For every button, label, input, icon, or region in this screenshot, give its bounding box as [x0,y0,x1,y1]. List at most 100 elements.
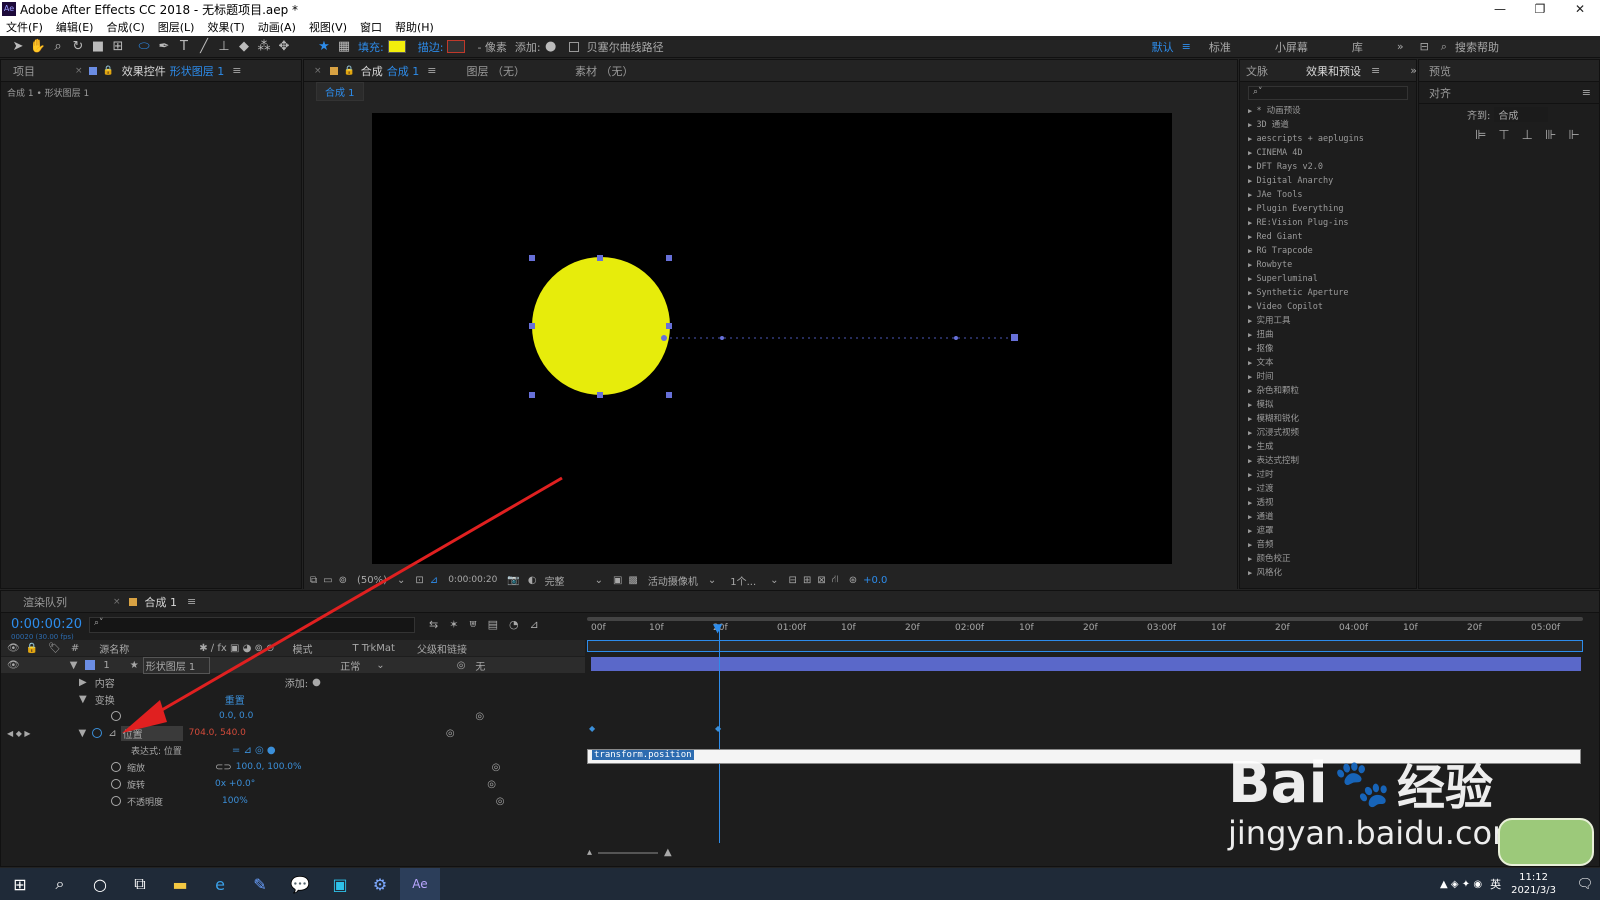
contents-row[interactable]: ▶ 内容 添加: ● [1,674,585,690]
region-of-interest-icon[interactable]: ▣ [613,575,622,586]
app-icon[interactable]: ✎ [240,868,280,900]
motion-blur-icon[interactable]: ◔ [509,618,519,631]
search-icon[interactable]: ⌕ [40,868,80,900]
grid-icon[interactable]: ⊿ [430,575,438,586]
list-item[interactable]: 过时 [1240,468,1416,482]
menu-view[interactable]: 视图(V) [309,19,347,35]
workspace-menu-icon[interactable]: ≡ [1182,40,1191,53]
list-item[interactable]: 过渡 [1240,482,1416,496]
stopwatch-icon[interactable] [111,762,121,772]
align-bottom-icon[interactable]: ⊩ [1568,128,1579,143]
list-item[interactable]: 沉浸式视频 [1240,426,1416,440]
windows-start-icon[interactable]: ⊞ [0,868,40,900]
list-item[interactable]: JAe Tools [1240,188,1416,202]
panel-menu-icon[interactable]: ≡ [232,64,241,77]
parent-dropdown[interactable]: 无 [475,658,485,673]
parent-header[interactable]: 父级和链接 [417,641,467,656]
add-icon[interactable]: ● [545,38,557,56]
lock-icon[interactable]: 🔒 [103,66,114,76]
label-icon[interactable]: 🏷 [48,643,61,654]
list-item[interactable]: Superluminal [1240,272,1416,286]
scale-row[interactable]: 缩放 ⊂⊃ 100.0, 100.0% ◎ [1,759,585,775]
maximize-button[interactable]: ❐ [1520,2,1560,16]
list-item[interactable]: 杂色和颗粒 [1240,384,1416,398]
menu-layer[interactable]: 图层(L) [158,19,195,35]
menu-animation[interactable]: 动画(A) [258,19,296,35]
tab-effect-controls[interactable]: 效果控件 [122,63,166,79]
list-item[interactable]: 遮罩 [1240,524,1416,538]
expand-chevron-icon[interactable]: ▼ [79,694,87,705]
keyframe-nav-icon[interactable]: ◀ ◆ ▶ [7,729,31,738]
keyframe-diamond[interactable]: ◆ [715,724,721,733]
draft-3d-icon[interactable]: ✶ [449,618,458,631]
position-label[interactable]: 位置 [120,725,183,741]
camera-tool-icon[interactable]: ■ [88,38,108,56]
exposure-reset-icon[interactable]: ⊛ [849,575,857,586]
workspace-default[interactable]: 默认 [1152,39,1174,55]
expand-chevron-icon[interactable]: ▼ [70,660,78,671]
tab-comp-name[interactable]: 合成 1 [387,63,420,79]
resolution-dropdown[interactable]: 完整 [545,573,565,588]
tab-info[interactable]: 文脉 [1246,63,1268,79]
tab-timeline-comp[interactable]: 合成 1 [145,594,178,610]
type-tool-icon[interactable]: T [174,38,194,56]
workspace-toggle-icon[interactable]: ⊟ [1420,40,1429,53]
ime-language[interactable]: 英 [1490,876,1501,892]
list-item[interactable]: 3D 通道 [1240,118,1416,132]
stopwatch-icon[interactable] [111,779,121,789]
menu-composition[interactable]: 合成(C) [106,19,144,35]
work-area-range[interactable] [587,640,1583,652]
menu-window[interactable]: 窗口 [360,19,382,35]
resolution-chevron-icon[interactable]: ⌄ [595,575,603,586]
list-item[interactable]: 模拟 [1240,398,1416,412]
list-item[interactable]: DFT Rays v2.0 [1240,160,1416,174]
exposure-value[interactable]: +0.0 [863,575,887,586]
switches-header-icon[interactable]: ✱ ∕ fx ▣ ◕ ⊚ ⊝ [199,643,274,654]
clock[interactable]: 11:12 2021/3/3 [1511,871,1556,897]
roto-brush-tool-icon[interactable]: ⁂ [254,38,274,56]
comp-mini-flowchart-icon[interactable]: ⇆ [429,618,438,631]
notification-icon[interactable]: 🗨 [1570,868,1600,900]
opacity-row[interactable]: 不透明度 100% ◎ [1,793,585,809]
menu-file[interactable]: 文件(F) [6,19,43,35]
list-item[interactable]: 通道 [1240,510,1416,524]
pickwhip-icon[interactable]: ◎ [475,711,484,722]
app-icon[interactable]: ▣ [320,868,360,900]
pan-behind-tool-icon[interactable]: ⊞ [108,38,128,56]
panel-menu-icon[interactable]: ≡ [187,595,196,608]
list-item[interactable]: Rowbyte [1240,258,1416,272]
camera-dropdown[interactable]: 活动摄像机 [648,573,698,588]
layer-name[interactable]: 形状图层 1 [142,656,211,674]
reset-link[interactable]: 重置 [225,692,245,707]
rotate-tool-icon[interactable]: ↻ [68,38,88,56]
zoom-track[interactable] [598,851,659,854]
list-item[interactable]: Red Giant [1240,230,1416,244]
edge-browser-icon[interactable]: e [200,868,240,900]
menu-edit[interactable]: 编辑(E) [56,19,94,35]
list-item[interactable]: 时间 [1240,370,1416,384]
expand-chevron-icon[interactable]: ▼ [79,728,87,739]
list-item[interactable]: Synthetic Aperture [1240,286,1416,300]
panel-menu-icon[interactable]: ≡ [1371,64,1380,77]
graph-icon[interactable]: ⊿ [108,728,116,739]
views-chevron-icon[interactable]: ⌄ [770,575,778,586]
file-explorer-icon[interactable]: ▬ [160,868,200,900]
panel-menu-icon[interactable]: ≡ [1582,86,1591,99]
ime-widget[interactable] [1498,818,1594,866]
workspace-small-screen[interactable]: 小屏幕 [1275,39,1308,55]
scale-value[interactable]: 100.0, 100.0% [236,762,302,772]
playhead-icon[interactable]: ▼ [713,621,722,635]
cortana-icon[interactable]: ○ [80,868,120,900]
wechat-icon[interactable]: 💬 [280,868,320,900]
tab-render-queue[interactable]: 渲染队列 [23,594,67,610]
always-preview-icon[interactable]: ⧉ [310,575,317,586]
align-vcenter-icon[interactable]: ⊪ [1545,128,1556,143]
brush-tool-icon[interactable]: ╱ [194,38,214,56]
tab-effect-controls-layer[interactable]: 形状图层 1 [170,63,225,79]
layer-label-color[interactable] [85,660,96,670]
flowchart-icon[interactable]: ⛙ [832,574,839,587]
align-hcenter-icon[interactable]: ⊤ [1498,128,1509,143]
tab-align[interactable]: 对齐 [1429,85,1451,101]
viewer-timecode[interactable]: 0:00:00:20 [448,575,497,585]
eye-icon[interactable]: 👁 [7,643,20,654]
